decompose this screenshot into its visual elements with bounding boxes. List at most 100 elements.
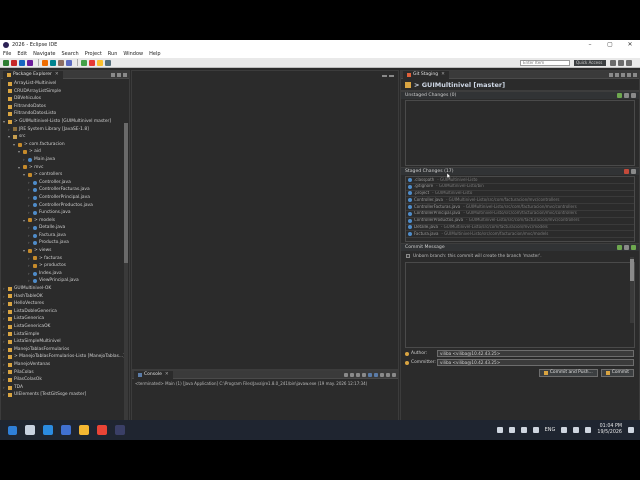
expand-chevron-icon[interactable]: › (28, 277, 32, 285)
tree-item[interactable]: › UIElements [TestGitSsge master] (3, 391, 129, 399)
expand-chevron-icon[interactable]: › (3, 361, 7, 369)
tree-item[interactable]: › ListaSimple (3, 331, 129, 339)
expand-chevron-icon[interactable]: › (3, 353, 7, 361)
tree-item[interactable]: CRUDArrayListSimple (3, 88, 129, 96)
tab-console[interactable]: Console ✕ (134, 370, 173, 379)
menu-edit[interactable]: Edit (17, 51, 27, 57)
expand-chevron-icon[interactable]: › (3, 323, 7, 331)
volume-icon[interactable] (532, 427, 539, 433)
toolbar-action-icon[interactable] (19, 59, 25, 66)
menu-window[interactable]: Window (123, 51, 143, 57)
tree-item[interactable]: ArrayList-Multinivel (3, 80, 129, 88)
expand-chevron-icon[interactable]: › (3, 376, 7, 384)
tree-item[interactable]: › Controller.java (3, 179, 129, 187)
menu-file[interactable]: File (3, 51, 11, 57)
staged-file-row[interactable]: .project - GUIMultinivel-Listo (406, 191, 634, 198)
tree-item[interactable]: › PilasColasOk (3, 376, 129, 384)
toolbar-action-icon[interactable] (3, 59, 9, 66)
filter-icon[interactable] (631, 93, 636, 98)
author-field[interactable]: viliba <viliba@10.42.43.25> (437, 350, 634, 357)
battery-icon[interactable] (585, 427, 592, 433)
tree-item[interactable]: › > facturas (3, 255, 129, 263)
toolbar-action-icon[interactable] (11, 59, 17, 66)
tree-item[interactable]: › Functions.java (3, 209, 129, 217)
expand-chevron-icon[interactable]: › (28, 255, 32, 263)
word-wrap-icon[interactable] (368, 372, 372, 377)
perspective-debug-icon[interactable] (618, 60, 624, 66)
scrollbar-thumb[interactable] (124, 123, 128, 263)
menu-project[interactable]: Project (85, 51, 102, 57)
view-menu-icon[interactable] (621, 72, 625, 77)
expand-chevron-icon[interactable]: › (28, 209, 32, 217)
tree-item[interactable]: › PilaColas (3, 369, 129, 377)
collapse-all-icon[interactable] (111, 72, 115, 77)
maximize-button[interactable]: ▢ (600, 40, 620, 50)
blue-app-icon[interactable] (61, 425, 71, 435)
tree-item[interactable]: ▾ > controllers (3, 171, 129, 179)
tree-item[interactable]: › ViewPrincipal.java (3, 277, 129, 285)
expand-chevron-icon[interactable]: ▾ (23, 171, 27, 179)
display-console-icon[interactable] (380, 372, 384, 377)
scrollbar-thumb[interactable] (630, 259, 634, 281)
toolbar-action-icon[interactable] (50, 59, 56, 66)
expand-chevron-icon[interactable]: ▾ (13, 141, 17, 149)
tree-item[interactable]: › ListaGenerica (3, 315, 129, 323)
staged-scrollbar[interactable] (630, 257, 634, 323)
menu-search[interactable]: Search (62, 51, 79, 57)
pin-console-icon[interactable] (374, 372, 378, 377)
tree-item[interactable]: › Detalle.java (3, 224, 129, 232)
minimize-icon[interactable] (392, 372, 396, 377)
expand-chevron-icon[interactable]: › (28, 239, 32, 247)
unstaged-list[interactable] (405, 100, 635, 166)
tree-item[interactable]: › GUIMultinivel-OK (3, 285, 129, 293)
expand-chevron-icon[interactable]: › (28, 186, 32, 194)
staged-file-row[interactable]: ControllerProductos.java - GUIMultinivel-… (406, 218, 634, 225)
staged-file-row[interactable]: Detalle.java - GUIMultinivel-Listo/src/co… (406, 225, 634, 232)
expand-chevron-icon[interactable]: › (3, 308, 7, 316)
eclipse-taskbar-icon[interactable] (115, 425, 125, 435)
remove-all-icon[interactable] (356, 372, 360, 377)
view-menu-icon[interactable] (123, 72, 127, 77)
toolbar-action-icon[interactable] (97, 59, 103, 66)
expand-chevron-icon[interactable]: › (28, 224, 32, 232)
expand-chevron-icon[interactable]: › (28, 262, 32, 270)
minimize-button[interactable]: – (580, 40, 600, 50)
commit-and-push-button[interactable]: Commit and Push... (538, 368, 598, 377)
terminate-icon[interactable] (344, 372, 348, 377)
network-icon[interactable] (520, 427, 527, 433)
close-tab-icon[interactable]: ✕ (165, 371, 169, 379)
tree-item[interactable]: › ManejoTablasFormularios (3, 346, 129, 354)
expand-chevron-icon[interactable]: › (3, 331, 7, 339)
tree-item[interactable]: › ControllerProductos.java (3, 202, 129, 210)
commit-button[interactable]: Commit (600, 368, 634, 377)
minimize-editor-icon[interactable] (382, 75, 387, 77)
expand-chevron-icon[interactable]: › (28, 232, 32, 240)
menu-run[interactable]: Run (108, 51, 118, 57)
expand-chevron-icon[interactable]: › (3, 369, 7, 377)
staged-file-row[interactable]: ControllerFacturas.java - GUIMultinivel-L… (406, 204, 634, 211)
toolbar-action-icon[interactable] (42, 59, 48, 66)
cloud-icon[interactable] (508, 427, 515, 433)
toolbar-action-icon[interactable] (66, 59, 72, 66)
expand-chevron-icon[interactable]: ▾ (8, 133, 12, 141)
close-button[interactable]: ✕ (620, 40, 640, 50)
close-tab-icon[interactable]: ✕ (55, 71, 59, 79)
expand-chevron-icon[interactable]: › (3, 285, 7, 293)
expand-chevron-icon[interactable]: › (3, 315, 7, 323)
staged-file-row[interactable]: .classpath - GUIMultinivel-Listo (406, 177, 634, 184)
tree-item[interactable]: ▾ > mvc (3, 164, 129, 172)
start-button[interactable] (8, 425, 17, 435)
expand-chevron-icon[interactable]: › (3, 384, 7, 392)
commit-message-input[interactable] (405, 262, 635, 348)
toolbar-action-icon[interactable] (27, 59, 33, 66)
task-view-icon[interactable] (25, 425, 35, 435)
expand-chevron-icon[interactable]: › (28, 202, 32, 210)
expand-chevron-icon[interactable]: › (23, 156, 27, 164)
tree-item[interactable]: FiltrandoDatosListo (3, 110, 129, 118)
unstage-all-icon[interactable] (624, 169, 629, 174)
tree-item[interactable]: › Producto.java (3, 239, 129, 247)
expand-chevron-icon[interactable]: ▾ (18, 164, 22, 172)
perspective-git-icon[interactable] (626, 60, 632, 66)
add-signed-off-icon[interactable] (617, 245, 622, 250)
amend-icon[interactable] (624, 245, 629, 250)
